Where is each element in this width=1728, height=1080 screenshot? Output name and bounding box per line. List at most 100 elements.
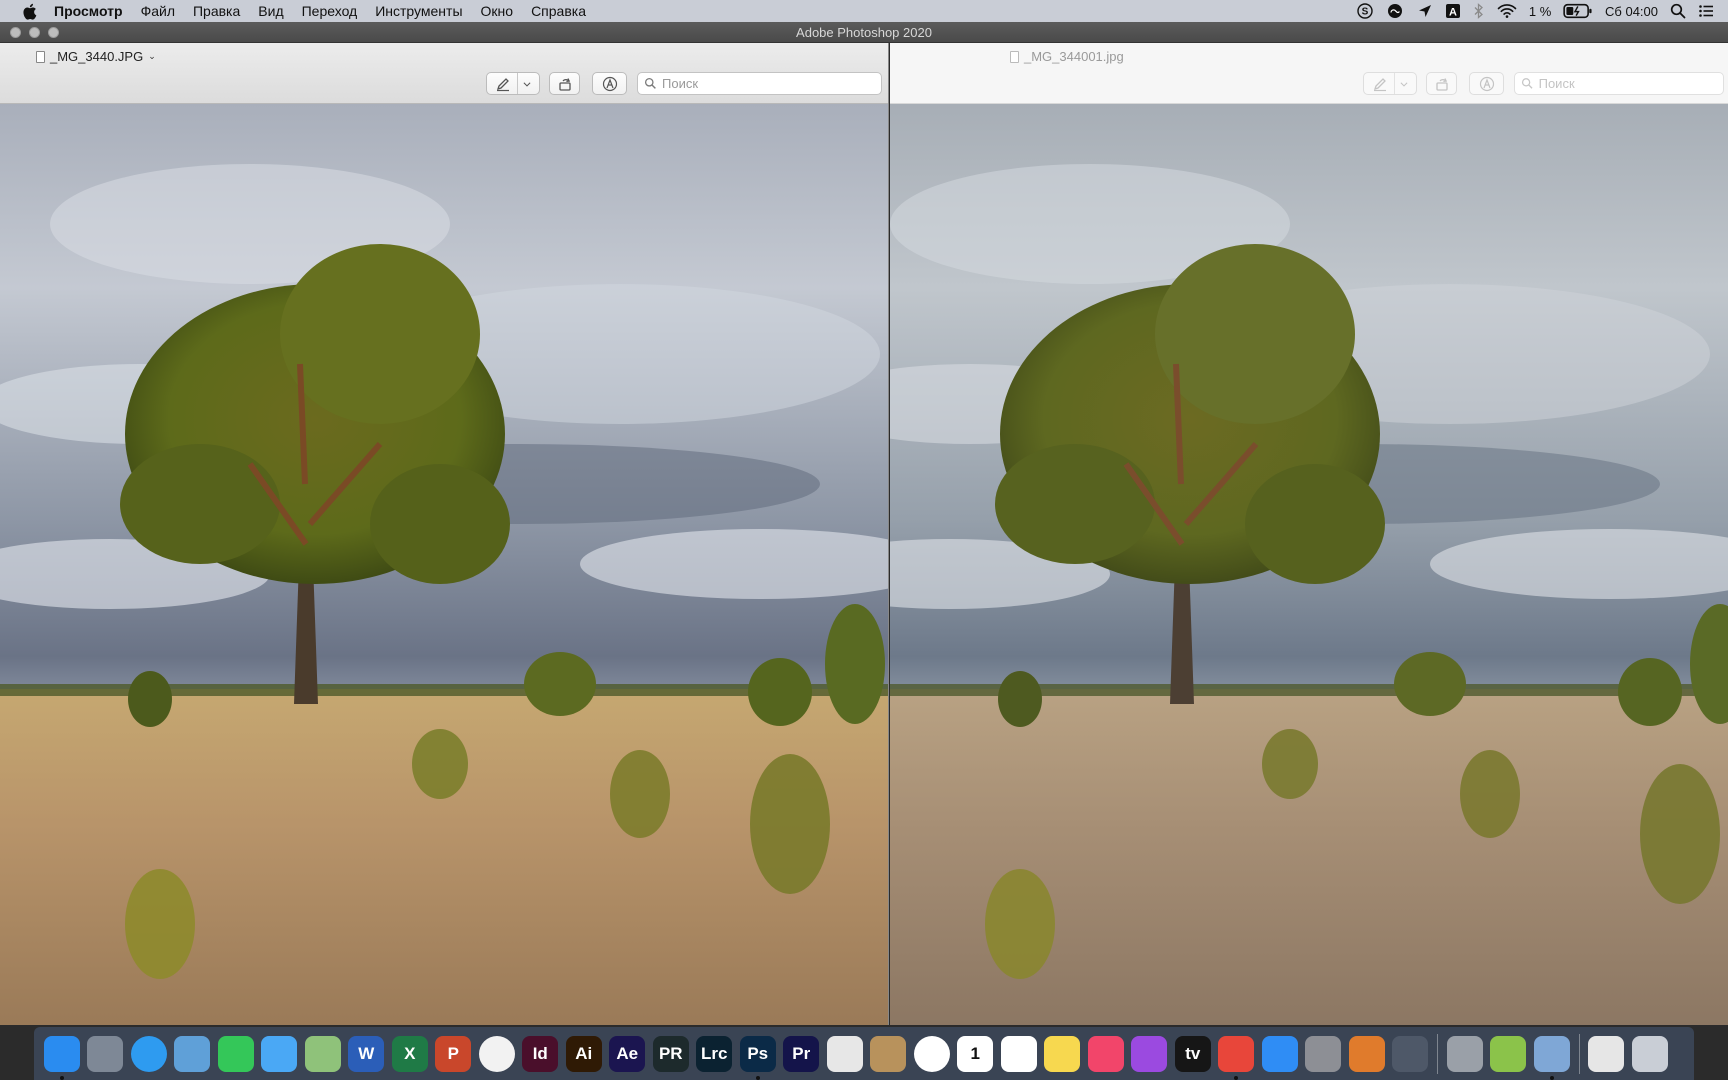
dock-calendar[interactable]: 1 [954,1032,998,1076]
dock-keychain[interactable] [1443,1032,1487,1076]
apple-menu-icon[interactable] [18,0,40,22]
keychain-icon [1446,1035,1483,1072]
dock-launchpad[interactable] [84,1032,128,1076]
battery-percent[interactable]: 1 % [1523,0,1557,22]
svg-text:S: S [1362,7,1369,18]
safari-icon [130,1035,167,1072]
rotate-button[interactable] [549,72,580,95]
dock-facetime[interactable] [214,1032,258,1076]
maps-icon [304,1035,341,1072]
dock-app-store[interactable] [1258,1032,1302,1076]
search-field-right[interactable] [1514,72,1724,95]
bluetooth-icon[interactable] [1467,0,1491,22]
dock-safari[interactable] [127,1032,171,1076]
dock-anydesk[interactable] [1215,1032,1259,1080]
dock-messages[interactable] [258,1032,302,1076]
dock-podcasts[interactable] [1128,1032,1172,1076]
notes-icon [1044,1035,1081,1072]
rotate-icon [1435,77,1448,91]
dock-aperture-app[interactable] [823,1032,867,1076]
photo-edited [890,104,1728,1025]
menu-app-name[interactable]: Просмотр [40,0,132,22]
messages-icon [261,1035,298,1072]
after-effects-icon: Ae [609,1035,646,1072]
wifi-icon[interactable] [1491,0,1523,22]
window-title: Adobe Photoshop 2020 [796,25,932,40]
dock-documents-stack[interactable] [1585,1032,1629,1076]
search-input[interactable] [1538,76,1723,91]
search-input[interactable] [662,76,852,91]
menu-edit[interactable]: Правка [184,0,249,22]
dock-mail[interactable] [171,1032,215,1076]
dock: W X P Id Ai Ae PR Lrc Ps Pr 1 tv [34,1027,1694,1080]
dock-maps[interactable] [301,1032,345,1076]
menu-tools[interactable]: Инструменты [366,0,471,22]
running-indicator [1234,1075,1239,1080]
dock-icon-label: Ai [575,1043,593,1063]
skype-icon[interactable]: S [1351,0,1379,22]
markup-pen-button[interactable] [1363,72,1417,95]
menu-help[interactable]: Справка [522,0,595,22]
dock-preview[interactable] [1530,1032,1574,1080]
dock-trash[interactable] [1628,1032,1672,1076]
menu-file[interactable]: Файл [132,0,184,22]
battery-icon[interactable] [1557,0,1599,22]
document-icon [1010,50,1019,63]
dock-illustrator[interactable]: Ai [562,1032,606,1076]
spotlight-icon[interactable] [1664,0,1692,22]
location-arrow-icon[interactable] [1411,0,1439,22]
document-filename: _MG_3440.JPG [50,49,144,64]
menu-go[interactable]: Переход [293,0,367,22]
status-area: S A 1 % Сб 04:00 [1351,0,1720,22]
dock-system-preferences[interactable] [1302,1032,1346,1076]
dock-icon-label: Ps [747,1043,769,1063]
dock-photoshop[interactable]: Ps [736,1032,780,1080]
creative-cloud-icon[interactable] [1379,0,1411,22]
dock-indesign[interactable]: Id [519,1032,563,1076]
dock-word[interactable]: W [345,1032,389,1076]
markup-toolbar-button[interactable] [592,72,627,95]
markup-toolbar-button[interactable] [1469,72,1504,95]
dock-finder[interactable] [40,1032,84,1080]
running-indicator [1549,1075,1554,1080]
lightroom-classic-icon: Lrc [696,1035,733,1072]
svg-text:A: A [1449,7,1457,19]
dock-dxo-pureraw[interactable]: PR [649,1032,693,1076]
menu-view[interactable]: Вид [249,0,292,22]
dock-icon-label: tv [1185,1043,1201,1063]
menu-window[interactable]: Окно [472,0,523,22]
dock-lightroom-classic[interactable]: Lrc [693,1032,737,1076]
trash-icon [1631,1035,1668,1072]
dock-image-capture[interactable] [1389,1032,1433,1076]
dock-reeder[interactable] [1345,1032,1389,1076]
dock-premiere[interactable]: Pr [780,1032,824,1076]
dock-chrome[interactable] [910,1032,954,1076]
notification-center-icon[interactable] [1692,0,1720,22]
document-title-right[interactable]: _MG_344001.jpg [1010,49,1124,64]
dock-apple-tv[interactable]: tv [1171,1032,1215,1076]
running-indicator [755,1075,760,1080]
dock-reminders[interactable] [997,1032,1041,1076]
rotate-button[interactable] [1426,72,1457,95]
image-capture-icon [1392,1035,1429,1072]
dock-after-effects[interactable]: Ae [606,1032,650,1076]
reminders-icon [1000,1035,1037,1072]
calendar-icon: 1 [957,1035,994,1072]
search-icon [1521,78,1533,89]
preview-window-left: _MG_3440.JPG ⌄ [0,43,889,1025]
dock-photos[interactable] [475,1032,519,1076]
dock-android-file-transfer[interactable] [1487,1032,1531,1076]
dock-music[interactable] [1084,1032,1128,1076]
dock-notes[interactable] [1041,1032,1085,1076]
dock-powerpoint[interactable]: P [432,1032,476,1076]
running-indicator [59,1075,64,1080]
search-field-left[interactable] [637,72,882,95]
document-title-left[interactable]: _MG_3440.JPG ⌄ [36,49,156,64]
markup-icon [602,76,617,91]
input-source-icon[interactable]: A [1439,0,1467,22]
menubar-clock[interactable]: Сб 04:00 [1599,0,1664,22]
android-file-transfer-icon [1490,1035,1527,1072]
dock-notebook[interactable] [867,1032,911,1076]
markup-pen-button[interactable] [486,72,540,95]
dock-excel[interactable]: X [388,1032,432,1076]
